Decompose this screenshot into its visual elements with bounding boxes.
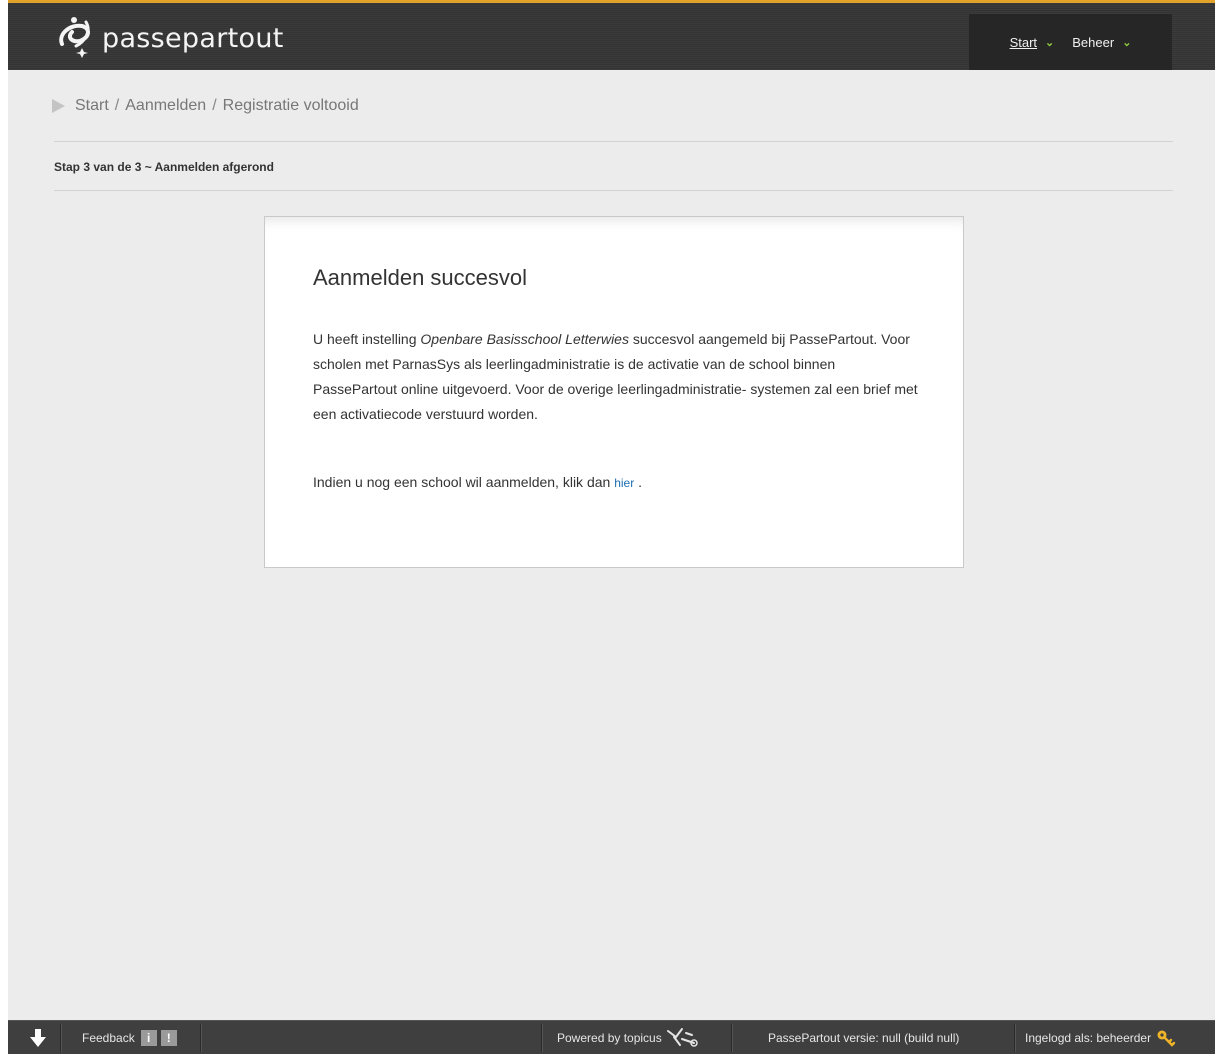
logged-in-text: Ingelogd als: beheerder — [1025, 1030, 1152, 1045]
arrow-down-icon — [30, 1028, 46, 1047]
message-text-start: U heeft instelling — [313, 331, 417, 347]
step-title: Stap 3 van de 3 ~ Aanmelden afgerond — [54, 160, 274, 174]
breadcrumb: Start / Aanmelden / Registratie voltooid — [52, 97, 359, 115]
feedback-info-button[interactable]: i — [140, 1029, 157, 1046]
breadcrumb-arrow-icon — [52, 99, 65, 113]
topicus-logo-icon — [666, 1027, 698, 1047]
nav-start-label: Start — [1009, 34, 1038, 50]
footer-divider — [1014, 1024, 1016, 1052]
nav-start[interactable]: Start ⌄ — [1010, 35, 1055, 50]
version-info: PassePartout versie: null (build null) — [768, 1021, 959, 1054]
key-icon — [1157, 1030, 1176, 1047]
panel-title: Aanmelden succesvol — [313, 265, 528, 290]
footer-bar: Feedback i ! Powered by topicus PassePar… — [8, 1020, 1215, 1054]
register-another-label: Indien u nog een school wil aanmelden, k… — [313, 474, 611, 490]
breadcrumb-current: Registratie voltooid — [222, 97, 359, 114]
powered-by-text: Powered by topicus — [557, 1030, 662, 1045]
passepartout-logo-icon — [59, 17, 90, 58]
school-name: Openbare Basisschool Letterwies — [420, 331, 629, 347]
footer-divider — [541, 1024, 543, 1052]
footer-divider — [60, 1024, 62, 1052]
powered-by[interactable]: Powered by topicus — [557, 1021, 700, 1054]
nav-beheer[interactable]: Beheer ⌄ — [1072, 35, 1131, 50]
register-another-suffix: . — [638, 474, 642, 490]
breadcrumb-separator: / — [114, 97, 120, 114]
collapse-footer-button[interactable] — [30, 1021, 46, 1054]
feedback-group: Feedback i ! — [82, 1021, 177, 1054]
breadcrumb-aanmelden[interactable]: Aanmelden — [125, 97, 206, 115]
breadcrumb-separator: / — [212, 97, 217, 114]
chevron-down-icon: ⌄ — [1122, 36, 1132, 49]
app-window: passepartout Start ⌄ Beheer ⌄ Start / Aa… — [8, 0, 1215, 1054]
footer-divider — [200, 1024, 202, 1052]
chevron-down-icon: ⌄ — [1045, 36, 1055, 49]
top-bar: passepartout Start ⌄ Beheer ⌄ — [8, 0, 1215, 70]
feedback-label: Feedback — [82, 1030, 135, 1045]
main-nav: Start ⌄ Beheer ⌄ — [969, 14, 1172, 70]
footer-divider — [731, 1024, 733, 1052]
version-text: PassePartout versie: null (build null) — [768, 1030, 960, 1045]
register-another-text: Indien u nog een school wil aanmelden, k… — [313, 474, 642, 490]
logo-text: passepartout — [102, 22, 284, 54]
success-message: U heeft instelling Openbare Basisschool … — [313, 327, 923, 427]
nav-beheer-label: Beheer — [1072, 34, 1115, 50]
divider — [54, 190, 1173, 191]
feedback-alert-button[interactable]: ! — [160, 1029, 177, 1046]
success-panel: Aanmelden succesvol U heeft instelling O… — [264, 216, 964, 568]
logo[interactable]: passepartout — [56, 14, 284, 62]
breadcrumb-start[interactable]: Start — [75, 97, 109, 115]
logged-in-user[interactable]: Ingelogd als: beheerder — [1025, 1021, 1176, 1054]
divider — [54, 141, 1173, 142]
register-another-link[interactable]: hier — [614, 476, 634, 490]
